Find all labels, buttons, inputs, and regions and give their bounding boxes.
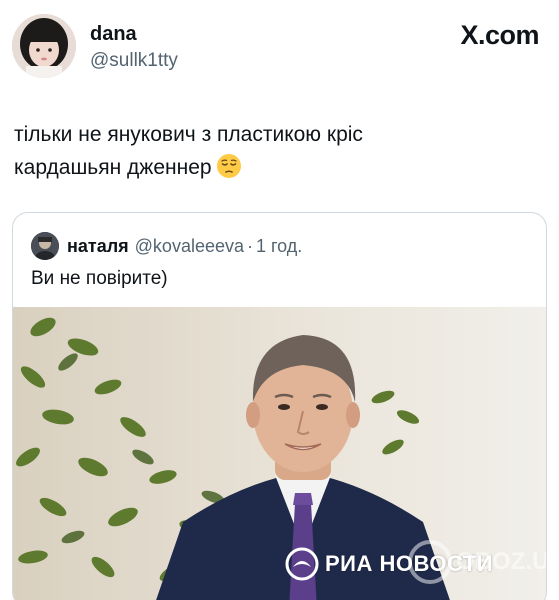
author-display-name[interactable]: dana xyxy=(90,22,178,46)
author-handle[interactable]: @sullk1tty xyxy=(90,48,178,74)
quoted-post-card[interactable]: наталя @kovaleeeva · 1 год. Ви не повіри… xyxy=(12,212,547,600)
author-info: dana @sullk1tty xyxy=(90,22,178,74)
quoted-author-avatar[interactable] xyxy=(31,232,59,260)
oboz-watermark-text: OBOZ.UA xyxy=(456,548,546,575)
ria-logo-icon xyxy=(285,547,319,581)
oboz-circle-icon xyxy=(408,540,452,584)
quoted-author-handle[interactable]: @kovaleeeva xyxy=(135,236,244,257)
pensive-face-icon xyxy=(216,153,242,189)
quoted-post-header: наталя @kovaleeeva · 1 год. xyxy=(31,231,302,261)
post-text: тільки не янукович з пластикою кріс кард… xyxy=(14,118,534,189)
quoted-post-text: Ви не повірите) xyxy=(31,268,168,289)
post-text-line-1: тільки не янукович з пластикою кріс xyxy=(14,123,363,146)
post-header: dana @sullk1tty X.com xyxy=(12,14,547,82)
post-text-line-2: кардашьян дженнер xyxy=(14,151,534,189)
quoted-author-display-name[interactable]: наталя xyxy=(67,236,129,257)
post-text-line-2-text: кардашьян дженнер xyxy=(14,156,212,179)
x-com-logo: X.com xyxy=(460,20,539,50)
separator-dot: · xyxy=(247,235,253,256)
quoted-post-time[interactable]: 1 год. xyxy=(256,236,302,257)
oboz-watermark: OBOZ.UA xyxy=(408,540,546,584)
quoted-post-image[interactable]: РИА НОВОСТИ OBOZ.UA xyxy=(13,307,546,600)
author-avatar[interactable] xyxy=(12,14,76,78)
